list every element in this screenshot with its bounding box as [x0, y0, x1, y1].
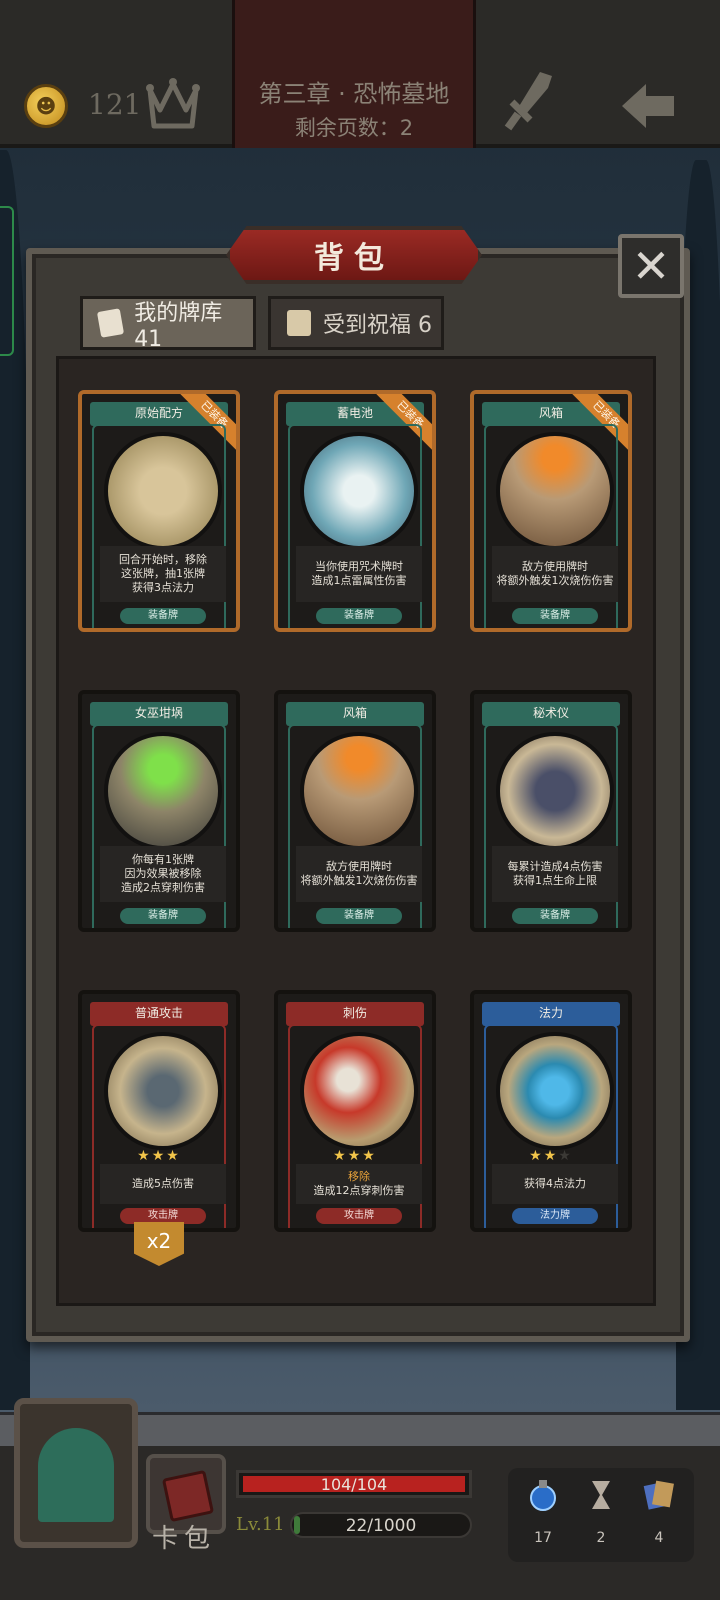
- player-level: Lv.11: [236, 1514, 285, 1535]
- scroll-icon: [104, 432, 222, 550]
- chapter-header: 第三章 · 恐怖墓地 剩余页数：2: [232, 0, 476, 148]
- crown-icon[interactable]: [144, 76, 202, 132]
- panel-title: 背包: [314, 241, 394, 276]
- club-icon: [104, 1032, 222, 1150]
- furnace-icon: [496, 432, 614, 550]
- star-rating: ★★★: [333, 1148, 377, 1164]
- card-witch-cauldron[interactable]: 女巫坩埚 你每有1张牌 因为效果被移除 造成2点穿刺伤害 装备牌: [78, 690, 240, 932]
- furnace-icon: [300, 732, 418, 850]
- card-name: 普通攻击: [134, 1006, 183, 1020]
- card-type: 攻击牌: [316, 1208, 402, 1224]
- card-type: 装备牌: [316, 908, 402, 924]
- card-bellows[interactable]: 风箱 已装备 敌方使用牌时 将额外触发1次烧伤伤害 装备牌: [470, 390, 632, 632]
- top-bar: ☻ 121 第三章 · 恐怖墓地 剩余页数：2: [0, 0, 720, 148]
- mana-orb-icon: [496, 1032, 614, 1150]
- tab-blessings[interactable]: 受到祝福 6: [268, 296, 444, 350]
- tab-my-deck[interactable]: 我的牌库 41: [80, 296, 256, 352]
- book-icon: [161, 1469, 215, 1523]
- avatar: [38, 1428, 114, 1522]
- star-rating: ★★★: [529, 1148, 573, 1164]
- card-basic-attack[interactable]: 普通攻击 ★★★ 造成5点伤害 攻击牌: [78, 990, 240, 1232]
- deck-label: 卡包: [152, 1524, 217, 1554]
- card-name: 女巫坩埚: [134, 706, 183, 720]
- card-stab[interactable]: 刺伤 ★★★ 移除 造成12点穿刺伤害 攻击牌: [274, 990, 436, 1232]
- back-arrow-icon[interactable]: [618, 78, 678, 132]
- gift-icon: [287, 310, 311, 336]
- card-bellows[interactable]: 风箱 敌方使用牌时 将额外触发1次烧伤伤害 装备牌: [274, 690, 436, 932]
- card-mana[interactable]: 法力 ★★★ 获得4点法力 法力牌: [470, 990, 632, 1232]
- resource-mana: 17: [518, 1478, 568, 1546]
- card-primitive-recipe[interactable]: 原始配方 已装备 回合开始时，移除 这张牌，抽1张牌 获得3点法力 装备牌: [78, 390, 240, 632]
- star-rating: ★★★: [137, 1148, 181, 1164]
- hp-text: 104/104: [320, 1475, 388, 1494]
- character-portrait[interactable]: [14, 1398, 138, 1548]
- sword-icon[interactable]: [500, 68, 560, 136]
- card-type: 攻击牌: [120, 1208, 206, 1224]
- chapter-title: 第三章 · 恐怖墓地: [258, 80, 450, 108]
- card-battery[interactable]: 蓄电池 已装备 当你使用咒术牌时 造成1点雷属性伤害 装备牌: [274, 390, 436, 632]
- card-name: 秘术仪: [532, 706, 569, 720]
- cauldron-icon: [104, 732, 222, 850]
- altar-icon: [496, 732, 614, 850]
- dagger-icon: [300, 1032, 418, 1150]
- card-type: 装备牌: [316, 608, 402, 624]
- resource-hourglass: 2: [576, 1478, 626, 1546]
- card-type: 装备牌: [512, 608, 598, 624]
- xp-text: 22/1000: [345, 1516, 417, 1536]
- xp-bar: 22/1000: [290, 1512, 472, 1538]
- mana-potion-icon: [530, 1480, 556, 1511]
- card-arcane-device[interactable]: 秘术仪 每累计造成4点伤害 获得1点生命上限 装备牌: [470, 690, 632, 932]
- hp-bar: 104/104: [236, 1470, 472, 1498]
- card-type: 法力牌: [512, 1208, 598, 1224]
- card-name: 刺伤: [342, 1006, 367, 1020]
- resources-panel[interactable]: 17 2 4: [508, 1468, 694, 1562]
- pages-remaining: 剩余页数：2: [294, 116, 414, 140]
- resource-cards: 4: [634, 1478, 684, 1546]
- card-type: 装备牌: [120, 608, 206, 624]
- close-button[interactable]: ✕: [618, 234, 684, 298]
- coin-icon: ☻: [24, 84, 68, 128]
- card-type: 装备牌: [120, 908, 206, 924]
- card-name: 风箱: [342, 706, 367, 720]
- tab-label: 我的牌库 41: [134, 300, 223, 352]
- card-type: 装备牌: [512, 908, 598, 924]
- gold-count: 121: [88, 88, 142, 121]
- panel-title-banner: 背包: [226, 226, 482, 284]
- tab-label: 受到祝福 6: [323, 313, 432, 338]
- card-icon: [96, 308, 125, 338]
- card-name: 法力: [538, 1006, 563, 1020]
- cards-icon: [643, 1480, 674, 1510]
- side-tab[interactable]: [0, 206, 14, 356]
- hourglass-icon: [592, 1481, 610, 1509]
- battery-icon: [300, 432, 418, 550]
